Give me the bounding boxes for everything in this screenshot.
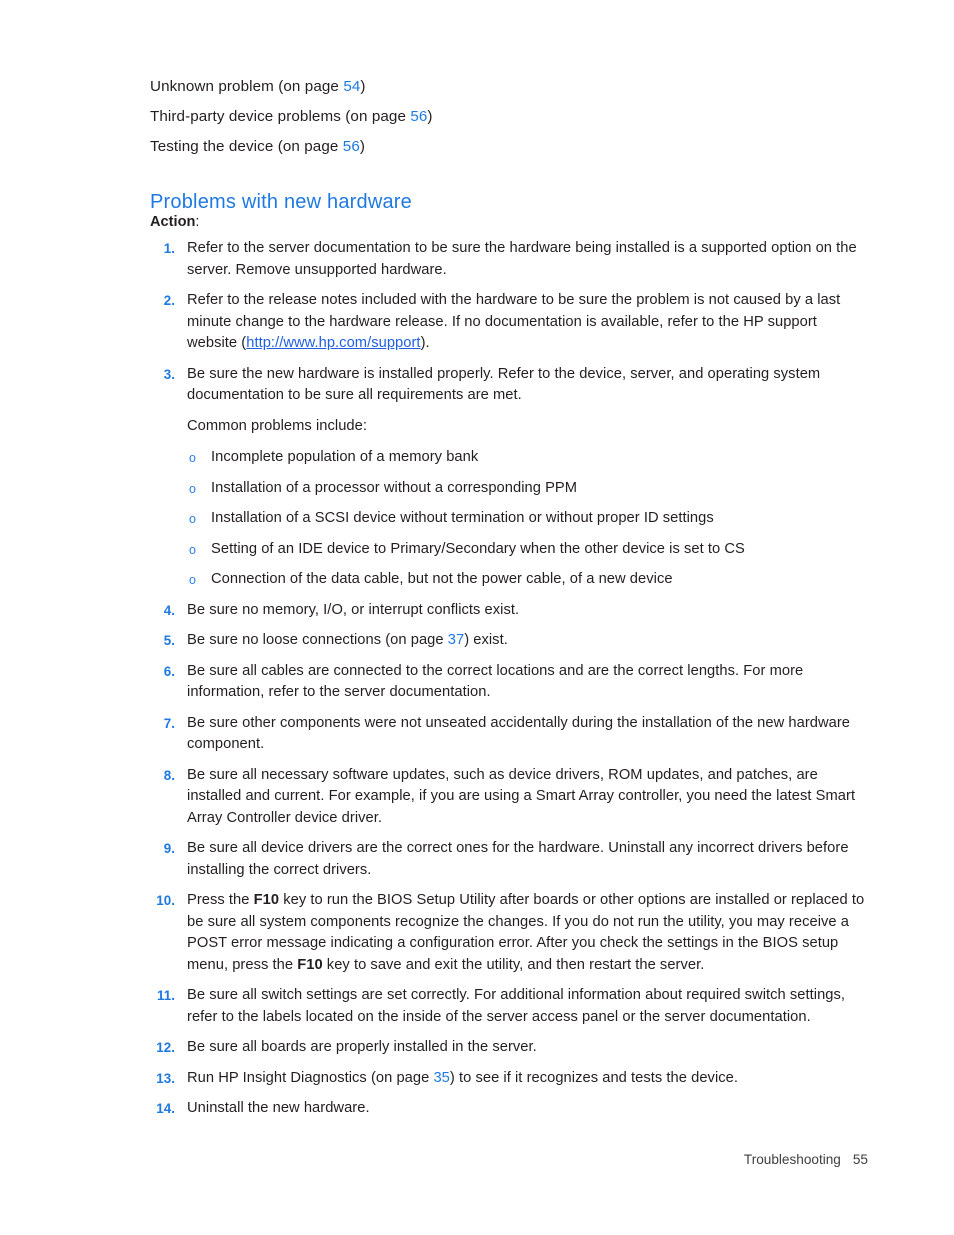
page-footer: Troubleshooting 55 (729, 1133, 868, 1187)
cross-reference-suffix: ) (360, 78, 366, 95)
step-text: Be sure all necessary software updates, … (187, 766, 856, 826)
cross-reference-suffix: ) (427, 108, 433, 125)
cross-reference-page-number[interactable]: 35 (433, 1070, 449, 1086)
step-text: Be sure all device drivers are the corre… (187, 840, 849, 878)
step-item-3: 3. Be sure the new hardware is installed… (150, 364, 870, 591)
cross-reference-page-number[interactable]: 37 (448, 632, 464, 648)
cross-reference-label: Unknown problem (on page (150, 78, 344, 95)
step-item-11: 11. Be sure all switch settings are set … (150, 985, 870, 1028)
step-number: 1. (163, 241, 175, 256)
common-problems-label: Common problems include: (187, 417, 367, 434)
step-text: Be sure all switch settings are set corr… (187, 987, 846, 1025)
steps-list: 1. Refer to the server documentation to … (150, 238, 870, 1129)
step-number: 7. (163, 715, 175, 731)
step-item-10: 10. Press the F10 key to run the BIOS Se… (150, 890, 870, 976)
bullet-o-icon: o (189, 573, 197, 587)
cross-reference-page-number[interactable]: 56 (343, 138, 360, 155)
step-text-part: ) exist. (464, 632, 508, 648)
step-number: 6. (163, 663, 175, 679)
bullet-o-icon: o (189, 481, 197, 496)
step-item-5: 5. Be sure no loose connections (on page… (150, 630, 870, 652)
cross-reference-item[interactable]: Testing the device (on page 56) (150, 132, 870, 162)
cross-reference-page-number[interactable]: 54 (343, 78, 360, 95)
action-word: Action (150, 214, 196, 230)
step-number: 10. (156, 893, 175, 908)
step-item-7: 7. Be sure other components were not uns… (150, 713, 870, 756)
step-number: 12. (156, 1040, 175, 1055)
common-problems-item: o Installation of a SCSI device without … (187, 508, 870, 530)
step-number: 9. (163, 841, 175, 856)
common-problems-item: o Installation of a processor without a … (187, 478, 870, 500)
step-number: 5. (163, 633, 175, 648)
step-text: Be sure no memory, I/O, or interrupt con… (187, 601, 520, 618)
step-item-6: 6. Be sure all cables are connected to t… (150, 661, 870, 704)
step-number: 2. (163, 293, 175, 308)
step-text-part: Press the (187, 892, 254, 908)
step-text-part: ). (420, 335, 430, 351)
step-text: Refer to the server documentation to be … (187, 240, 857, 278)
bullet-o-icon: o (189, 512, 197, 526)
step-text: Be sure no loose connections (on page 37… (187, 630, 870, 652)
cross-reference-label: Testing the device (on page (150, 138, 343, 155)
step-text: Press the F10 key to run the BIOS Setup … (187, 890, 870, 976)
step-text-part: ) to see if it recognizes and tests the … (449, 1069, 738, 1086)
common-problems-item: o Connection of the data cable, but not … (187, 569, 870, 591)
key-f10: F10 (297, 956, 323, 973)
step-text: Refer to the release notes included with… (187, 290, 870, 355)
step-number: 13. (156, 1070, 175, 1086)
step-text: Be sure other components were not unseat… (187, 714, 851, 753)
common-problems-item-text: Setting of an IDE device to Primary/Seco… (211, 540, 745, 557)
cross-reference-page-number[interactable]: 56 (410, 108, 427, 125)
step-item-13: 13. Run HP Insight Diagnostics (on page … (150, 1068, 870, 1090)
step-text: Uninstall the new hardware. (187, 1100, 370, 1116)
step-number: 4. (163, 602, 175, 618)
action-label: Action: (150, 212, 199, 232)
step-number: 11. (156, 988, 175, 1003)
step-item-9: 9. Be sure all device drivers are the co… (150, 838, 870, 881)
common-problems-item-text: Incomplete population of a memory bank (211, 449, 479, 465)
common-problems-item-text: Connection of the data cable, but not th… (211, 571, 673, 587)
step-text: Be sure all cables are connected to the … (187, 662, 804, 701)
bullet-o-icon: o (189, 542, 197, 557)
cross-reference-item[interactable]: Third-party device problems (on page 56) (150, 102, 870, 132)
common-problems-item-text: Installation of a processor without a co… (211, 479, 578, 496)
footer-page-number: 55 (852, 1152, 868, 1167)
step-number: 8. (163, 767, 175, 783)
document-page: Unknown problem (on page 54) Third-party… (0, 0, 954, 1235)
step-text: Be sure the new hardware is installed pr… (187, 365, 821, 404)
step-item-4: 4. Be sure no memory, I/O, or interrupt … (150, 600, 870, 622)
bullet-o-icon: o (189, 451, 197, 465)
step-text-part: Run HP Insight Diagnostics (on page (187, 1069, 434, 1086)
step-text: Be sure all boards are properly installe… (187, 1039, 537, 1055)
step-item-14: 14. Uninstall the new hardware. (150, 1098, 870, 1120)
common-problems-list: o Incomplete population of a memory bank… (187, 447, 870, 591)
action-colon: : (195, 214, 200, 230)
cross-reference-suffix: ) (359, 138, 366, 155)
step-text-part: Be sure no loose connections (on page (187, 632, 448, 648)
common-problems-item: o Incomplete population of a memory bank (187, 447, 870, 469)
step-number: 3. (163, 366, 175, 382)
step-item-2: 2. Refer to the release notes included w… (150, 290, 870, 355)
hp-support-link[interactable]: http://www.hp.com/support (246, 335, 420, 351)
step-text: Run HP Insight Diagnostics (on page 35) … (187, 1068, 870, 1090)
common-problems-item: o Setting of an IDE device to Primary/Se… (187, 539, 870, 561)
key-f10: F10 (253, 892, 280, 908)
step-item-1: 1. Refer to the server documentation to … (150, 238, 870, 281)
step-item-8: 8. Be sure all necessary software update… (150, 765, 870, 830)
cross-reference-item[interactable]: Unknown problem (on page 54) (150, 72, 870, 102)
step-text-part: key to save and exit the utility, and th… (322, 956, 705, 973)
common-problems-item-text: Installation of a SCSI device without te… (211, 510, 714, 526)
cross-reference-list: Unknown problem (on page 54) Third-party… (150, 72, 870, 162)
step-number: 14. (156, 1101, 175, 1116)
cross-reference-label: Third-party device problems (on page (150, 108, 411, 125)
footer-chapter-name: Troubleshooting (743, 1152, 841, 1167)
step-item-12: 12. Be sure all boards are properly inst… (150, 1037, 870, 1059)
